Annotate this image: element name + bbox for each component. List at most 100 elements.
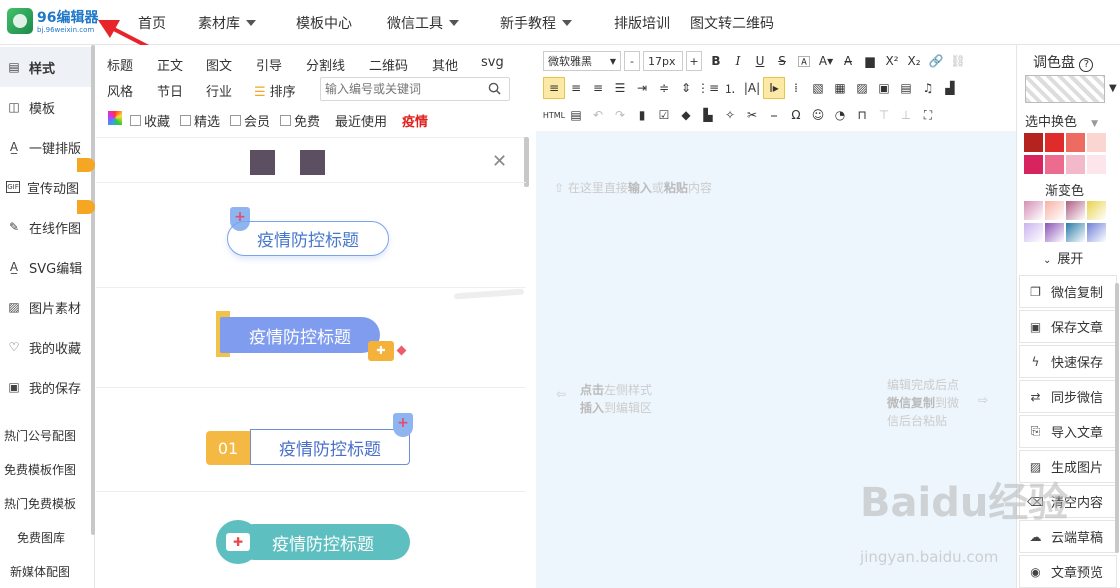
subscript-icon[interactable]: X₂ (903, 50, 925, 72)
font-size-decrease[interactable]: - (624, 51, 640, 71)
category-style[interactable]: 风格 (107, 81, 133, 100)
bold-icon[interactable]: B (705, 50, 727, 72)
color-picker[interactable] (1025, 75, 1105, 103)
category-other[interactable]: 其他 (432, 55, 458, 74)
gradient-swatch[interactable] (1024, 201, 1043, 220)
expand-button[interactable]: ⌄ 展开 (1043, 248, 1083, 267)
omega-icon[interactable]: Ω (785, 104, 807, 126)
divider-icon[interactable]: ⎯ (763, 104, 785, 126)
color-swatch[interactable] (1066, 155, 1085, 174)
color-swatch[interactable] (1087, 155, 1106, 174)
color-filter[interactable] (108, 111, 122, 125)
paste-icon[interactable]: ▮ (631, 104, 653, 126)
article-preview-button[interactable]: ◉ 文章预览 (1019, 555, 1117, 588)
style-sample[interactable]: 疫情防控标题 ✚ (96, 289, 524, 387)
nav-training[interactable]: 排版培训 (614, 13, 670, 33)
gradient-swatch[interactable] (1066, 223, 1085, 242)
sidebar-item-saved[interactable]: ▣ 我的保存 (0, 367, 92, 407)
color-swatch[interactable] (300, 150, 325, 175)
category-industry[interactable]: 行业 (206, 81, 232, 100)
align-left-icon[interactable]: ≡ (543, 77, 565, 99)
sidebar-link[interactable]: 免费图库 (0, 529, 92, 546)
category-guide[interactable]: 引导 (256, 55, 282, 74)
html-icon[interactable]: HTML (543, 104, 565, 126)
underline-icon[interactable]: U (749, 50, 771, 72)
brush-icon[interactable]: ▙ (697, 104, 719, 126)
highlight-icon[interactable]: ▆ (859, 50, 881, 72)
nav-templates[interactable]: 模板中心 (296, 13, 352, 33)
filter-featured[interactable]: 精选 (180, 111, 220, 130)
sidebar-item-template[interactable]: ◫ 模板 (0, 87, 92, 127)
chevron-down-icon[interactable]: ▼ (1109, 83, 1117, 94)
style-sample[interactable]: 01 疫情防控标题 + (96, 389, 524, 489)
sidebar-item-images[interactable]: ▨ 图片素材 (0, 287, 92, 327)
wechat-copy-button[interactable]: ❐ 微信复制 (1019, 275, 1117, 308)
pick-color-label[interactable]: 选中换色 ▼ (1025, 111, 1098, 130)
category-body[interactable]: 正文 (157, 55, 183, 74)
comment-icon[interactable]: ◔ (829, 104, 851, 126)
color-swatch[interactable] (1066, 133, 1085, 152)
indent-icon[interactable]: ⇥ (631, 77, 653, 99)
sidebar-link[interactable]: 热门免费模板 (0, 495, 92, 512)
sidebar-item-style[interactable]: ▤ 样式 (0, 47, 92, 87)
strikethrough-icon[interactable]: S (771, 50, 793, 72)
image-icon[interactable]: ▨ (851, 77, 873, 99)
style-sample[interactable]: 疫情防控标题 ✚ (96, 493, 524, 588)
category-qrcode[interactable]: 二维码 (369, 55, 408, 74)
superscript-icon[interactable]: X² (881, 50, 903, 72)
pattern-icon[interactable]: ▧ (807, 77, 829, 99)
arrow-down-icon[interactable]: ⊥ (895, 104, 917, 126)
fullscreen-icon[interactable]: ⛶ (917, 104, 939, 126)
ordered-list-icon[interactable]: ⒈ (719, 77, 741, 99)
checkbox[interactable] (280, 115, 291, 126)
float-tab[interactable] (77, 200, 95, 214)
right-scrollbar[interactable] (1115, 283, 1119, 553)
style-sample[interactable]: + 疫情防控标题 (96, 185, 524, 285)
color-swatch[interactable] (250, 150, 275, 175)
checkbox[interactable] (180, 115, 191, 126)
undo-icon[interactable]: ↶ (587, 104, 609, 126)
frame-icon[interactable]: ⊓ (851, 104, 873, 126)
cursor-icon[interactable]: ⁞ (785, 77, 807, 99)
hot-tag[interactable]: 疫情 (402, 111, 428, 130)
color-swatch[interactable] (1024, 133, 1043, 152)
align-right-icon[interactable]: ≡ (587, 77, 609, 99)
image-icon[interactable]: ▣ (873, 77, 895, 99)
font-family-select[interactable]: 微软雅黑 ▼ (543, 51, 621, 71)
wand-icon[interactable]: ✂ (741, 104, 763, 126)
float-tab[interactable] (77, 158, 95, 172)
emoji-icon[interactable]: ☺ (807, 104, 829, 126)
arrow-up-icon[interactable]: ⊤ (873, 104, 895, 126)
gradient-swatch[interactable] (1045, 223, 1064, 242)
color-swatch[interactable] (1045, 155, 1064, 174)
align-justify-icon[interactable]: ☰ (609, 77, 631, 99)
sort-button[interactable]: ☰ 排序 (254, 81, 296, 100)
logo[interactable]: 96编辑器 bj.96weixin.com (7, 6, 98, 38)
nav-materials[interactable]: 素材库 (198, 13, 256, 33)
sidebar-scrollbar[interactable] (91, 45, 95, 535)
sidebar-item-favorites[interactable]: ♡ 我的收藏 (0, 327, 92, 367)
category-svg[interactable]: svg (481, 55, 504, 70)
category-festival[interactable]: 节日 (157, 81, 183, 100)
checkbox[interactable] (130, 115, 141, 126)
gradient-swatch[interactable] (1087, 223, 1106, 242)
nav-tutorials[interactable]: 新手教程 (500, 13, 572, 33)
video-icon[interactable]: ▤ (895, 77, 917, 99)
gradient-swatch[interactable] (1087, 201, 1106, 220)
help-icon[interactable]: ? (1079, 58, 1094, 72)
list-indent-icon[interactable]: ⋮≡ (697, 77, 719, 99)
font-color-icon[interactable]: 🄰 (793, 50, 815, 72)
font-size-input[interactable]: 17px (643, 51, 683, 71)
line-height-icon[interactable]: ≑ (653, 77, 675, 99)
text-indent-icon[interactable]: I▸ (763, 77, 785, 99)
align-center-icon[interactable]: ≡ (565, 77, 587, 99)
chart-icon[interactable]: ▟ (939, 77, 961, 99)
font-size-icon[interactable]: A▾ (815, 50, 837, 72)
sidebar-link[interactable]: 免费模板作图 (0, 461, 92, 478)
color-swatch[interactable] (1024, 155, 1043, 174)
clear-format-icon[interactable]: A̶ (837, 50, 859, 72)
gradient-swatch[interactable] (1066, 201, 1085, 220)
import-article-button[interactable]: ⎘ 导入文章 (1019, 415, 1117, 448)
doc-icon[interactable]: ▤ (565, 104, 587, 126)
nav-home[interactable]: 首页 (138, 13, 166, 33)
